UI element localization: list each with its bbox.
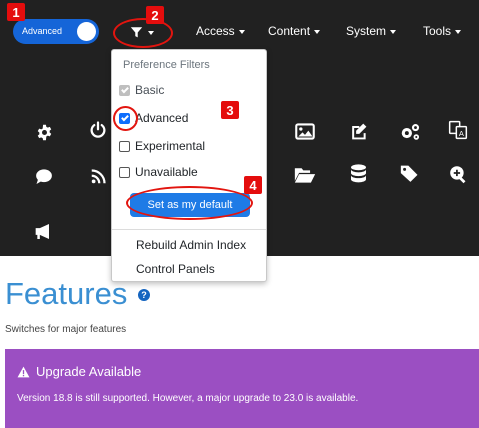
upgrade-alert: Upgrade Available Version 18.8 is still … [5, 349, 479, 428]
page-subtitle: Switches for major features [5, 324, 127, 335]
svg-text:A: A [459, 129, 464, 138]
chevron-down-icon [238, 29, 245, 34]
rss-icon[interactable] [86, 164, 110, 188]
edit-icon[interactable] [346, 119, 370, 143]
alert-title: Upgrade Available [17, 364, 141, 379]
annotation-ring-filter [113, 18, 173, 48]
alert-title-text: Upgrade Available [36, 364, 142, 379]
rebuild-admin-index-link[interactable]: Rebuild Admin Index [136, 238, 246, 252]
chevron-down-icon [455, 29, 462, 34]
annotation-badge-4: 4 [244, 176, 262, 194]
alert-message: Version 18.8 is still supported. However… [17, 393, 359, 404]
basic-checkbox [119, 84, 130, 96]
filter-option-label: Advanced [135, 111, 189, 125]
help-icon[interactable]: ? [138, 289, 150, 301]
filter-option-experimental[interactable]: Experimental [119, 138, 205, 154]
gear-icon[interactable] [32, 120, 56, 144]
annotation-ring-default [126, 186, 253, 220]
preference-toggle[interactable]: Advanced [13, 19, 99, 44]
toggle-knob[interactable] [77, 22, 96, 41]
power-icon[interactable] [86, 118, 110, 142]
dropdown-header: Preference Filters [123, 59, 210, 71]
gears-icon[interactable] [398, 119, 422, 143]
nav-tools-label: Tools [423, 24, 452, 38]
nav-content[interactable]: Content [268, 24, 321, 38]
annotation-badge-3: 3 [221, 101, 239, 119]
filter-option-unavailable[interactable]: Unavailable [119, 164, 198, 180]
translate-icon[interactable]: A [446, 118, 470, 142]
nav-tools[interactable]: Tools [423, 24, 462, 38]
warning-icon [17, 366, 30, 377]
comment-icon[interactable] [32, 164, 56, 188]
filter-option-label: Experimental [135, 139, 206, 153]
nav-system-label: System [346, 24, 387, 38]
nav-system[interactable]: System [346, 24, 397, 38]
preference-filters-dropdown: Preference Filters Basic Advanced Experi… [111, 49, 267, 282]
annotation-badge-2: 2 [146, 6, 164, 24]
unavailable-checkbox[interactable] [119, 166, 130, 178]
search-plus-icon[interactable] [446, 162, 470, 186]
filter-option-label: Unavailable [135, 165, 198, 179]
bullhorn-icon[interactable] [32, 219, 56, 243]
toggle-label: Advanced [22, 26, 63, 36]
annotation-badge-1: 1 [7, 3, 25, 21]
dropdown-divider [112, 229, 266, 230]
control-panels-link[interactable]: Control Panels [136, 262, 215, 276]
annotation-ring-advanced [113, 106, 138, 131]
chevron-down-icon [390, 29, 397, 34]
nav-access-label: Access [196, 24, 235, 38]
page-title: Features [5, 276, 128, 311]
filter-option-basic: Basic [119, 82, 164, 98]
tags-icon[interactable] [398, 162, 422, 186]
image-icon[interactable] [293, 119, 317, 143]
database-icon[interactable] [346, 162, 370, 186]
experimental-checkbox[interactable] [119, 140, 130, 152]
nav-content-label: Content [268, 24, 311, 38]
folder-open-icon[interactable] [293, 163, 317, 187]
nav-access[interactable]: Access [196, 24, 245, 38]
chevron-down-icon [314, 29, 321, 34]
filter-option-label: Basic [135, 83, 165, 97]
